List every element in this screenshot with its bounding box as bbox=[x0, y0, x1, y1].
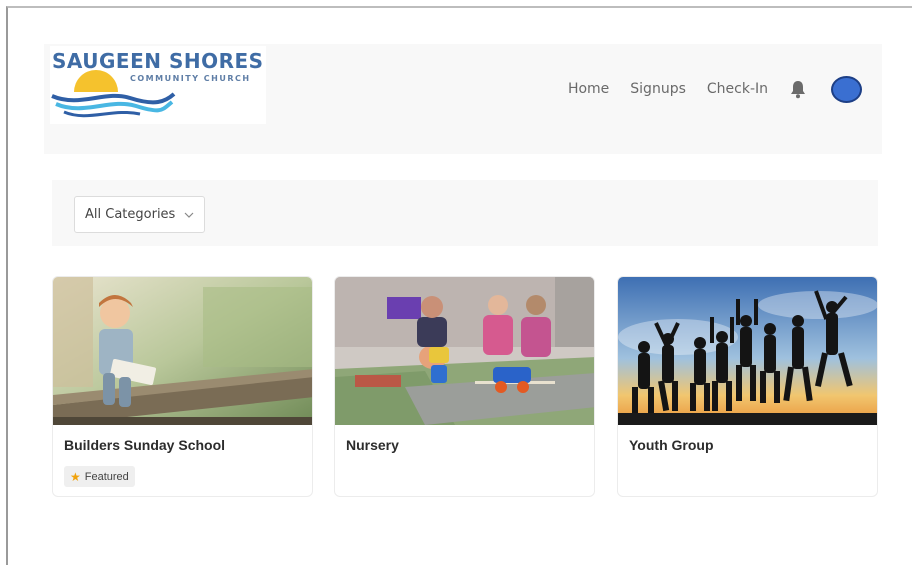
bell-icon[interactable] bbox=[789, 79, 807, 99]
avatar[interactable] bbox=[831, 75, 862, 103]
badge-label: Featured bbox=[84, 470, 129, 483]
logo-sun-waves-icon bbox=[50, 70, 180, 124]
nav-home[interactable]: Home bbox=[568, 81, 609, 97]
card-image-child-reading bbox=[53, 277, 312, 425]
main-nav: Home Signups Check-In bbox=[568, 72, 862, 106]
card-youth-group[interactable]: Youth Group bbox=[617, 276, 878, 497]
featured-badge: ★ Featured bbox=[64, 466, 135, 487]
card-builders-sunday-school[interactable]: Builders Sunday School ★ Featured bbox=[52, 276, 313, 497]
chevron-down-icon bbox=[184, 212, 194, 218]
church-logo[interactable]: SAUGEEN SHORES COMMUNITY CHURCH bbox=[50, 46, 266, 124]
card-title: Youth Group bbox=[629, 437, 714, 453]
site-header: SAUGEEN SHORES COMMUNITY CHURCH Home Sig… bbox=[44, 44, 882, 154]
star-icon: ★ bbox=[70, 469, 81, 484]
nav-check-in[interactable]: Check-In bbox=[707, 81, 768, 97]
category-dropdown-label: All Categories bbox=[85, 207, 176, 222]
card-title: Builders Sunday School bbox=[64, 437, 226, 453]
card-image-nursery-play bbox=[335, 277, 594, 425]
card-image-youth-silhouettes bbox=[618, 277, 877, 425]
category-dropdown[interactable]: All Categories bbox=[74, 196, 205, 233]
card-title: Nursery bbox=[346, 437, 399, 453]
nav-signups[interactable]: Signups bbox=[630, 81, 686, 97]
filter-bar: All Categories bbox=[52, 180, 878, 246]
card-nursery[interactable]: Nursery bbox=[334, 276, 595, 497]
